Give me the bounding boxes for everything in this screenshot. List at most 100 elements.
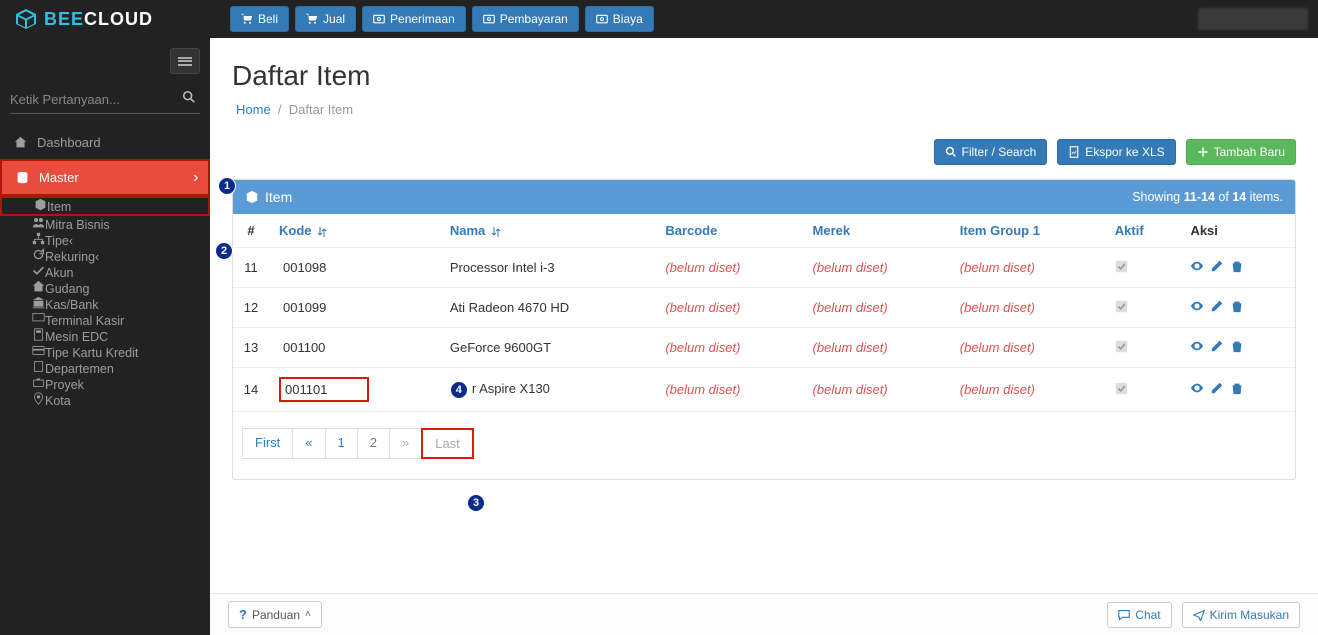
master-submenu: Item Mitra Bisnis Tipe‹ Rekuring‹ Akun G…: [0, 196, 210, 408]
filter-button[interactable]: Filter / Search: [934, 139, 1048, 165]
penerimaan-label: Penerimaan: [390, 12, 455, 26]
delete-icon[interactable]: [1230, 381, 1244, 398]
sidebar-item-kota[interactable]: Kota: [0, 392, 210, 408]
col-aktif[interactable]: Aktif: [1105, 214, 1181, 248]
add-label: Tambah Baru: [1214, 145, 1285, 159]
beli-label: Beli: [258, 12, 278, 26]
edit-icon[interactable]: [1210, 299, 1224, 316]
sidebar-item-tipe[interactable]: Tipe‹: [0, 232, 210, 248]
file-icon: [1068, 146, 1080, 158]
logo-text-2: CLOUD: [84, 9, 153, 30]
kota-label: Kota: [45, 394, 71, 408]
home-icon: [14, 136, 27, 149]
panel-summary: Showing 11-14 of 14 items.: [1132, 190, 1283, 204]
top-right-area: [1198, 8, 1308, 30]
proyek-label: Proyek: [45, 378, 84, 392]
sidebar-search: [0, 80, 210, 126]
database-icon: [16, 171, 29, 184]
sidebar-item-master[interactable]: Master: [0, 159, 210, 196]
sidebar-item-cc[interactable]: Tipe Kartu Kredit: [0, 344, 210, 360]
page-2[interactable]: 2: [357, 428, 390, 459]
panduan-button[interactable]: ?Panduan ˄: [228, 601, 322, 628]
sidebar-item-edc[interactable]: Mesin EDC: [0, 328, 210, 344]
row-barcode: (belum diset): [655, 328, 802, 368]
view-icon[interactable]: [1190, 259, 1204, 276]
rekuring-label: Rekuring: [45, 250, 95, 264]
sidebar-item-item[interactable]: Item: [0, 196, 210, 216]
table-row: 12 001099 Ati Radeon 4670 HD (belum dise…: [233, 288, 1295, 328]
delete-icon[interactable]: [1230, 299, 1244, 316]
sidebar-toggle-row: [0, 38, 210, 80]
sidebar-item-kasbank[interactable]: Kas/Bank: [0, 296, 210, 312]
search-icon[interactable]: [182, 90, 196, 107]
logo-icon: [14, 7, 38, 31]
row-aksi: [1180, 368, 1295, 412]
page-prev[interactable]: «: [292, 428, 325, 459]
page-1[interactable]: 1: [325, 428, 358, 459]
view-icon[interactable]: [1190, 299, 1204, 316]
view-icon[interactable]: [1190, 339, 1204, 356]
edit-icon[interactable]: [1210, 339, 1224, 356]
add-button[interactable]: Tambah Baru: [1186, 139, 1296, 165]
row-aktif: [1105, 248, 1181, 288]
pembayaran-button[interactable]: Pembayaran: [472, 6, 579, 32]
beli-button[interactable]: Beli: [230, 6, 289, 32]
chat-button[interactable]: Chat: [1107, 602, 1171, 628]
sidebar-item-proyek[interactable]: Proyek: [0, 376, 210, 392]
sidebar-toggle-button[interactable]: [170, 48, 200, 74]
col-nama[interactable]: Nama: [440, 214, 655, 248]
export-button[interactable]: Ekspor ke XLS: [1057, 139, 1175, 165]
breadcrumb-home[interactable]: Home: [236, 102, 271, 117]
question-icon: ?: [239, 607, 247, 622]
pagination: First « 1 2 » Last: [243, 428, 474, 459]
dashboard-label: Dashboard: [37, 135, 101, 150]
sidebar-item-departemen[interactable]: Departemen: [0, 360, 210, 376]
row-aksi: [1180, 288, 1295, 328]
biaya-button[interactable]: Biaya: [585, 6, 654, 32]
edit-icon[interactable]: [1210, 381, 1224, 398]
col-merek[interactable]: Merek: [803, 214, 950, 248]
send-icon: [1193, 609, 1205, 621]
sidebar-item-gudang[interactable]: Gudang: [0, 280, 210, 296]
cube-icon: [34, 198, 47, 211]
page-next[interactable]: »: [389, 428, 422, 459]
pagination-row: First « 1 2 » Last: [233, 412, 1295, 479]
page-last[interactable]: Last: [421, 428, 474, 459]
money-icon: [373, 13, 385, 25]
row-kode: 001101: [269, 368, 440, 412]
tipe-label: Tipe: [45, 234, 69, 248]
view-icon[interactable]: [1190, 381, 1204, 398]
sidebar-item-mitra[interactable]: Mitra Bisnis: [0, 216, 210, 232]
col-group[interactable]: Item Group 1: [950, 214, 1105, 248]
chevron-icon: ‹: [69, 234, 73, 248]
col-kode[interactable]: Kode: [269, 214, 440, 248]
row-aktif: [1105, 368, 1181, 412]
sidebar: Dashboard Master Item Mitra Bisnis Tipe‹…: [0, 38, 210, 635]
feedback-button[interactable]: Kirim Masukan: [1182, 602, 1300, 628]
mitra-label: Mitra Bisnis: [45, 218, 110, 232]
bank-icon: [32, 296, 45, 309]
search-icon: [945, 146, 957, 158]
delete-icon[interactable]: [1230, 339, 1244, 356]
penerimaan-button[interactable]: Penerimaan: [362, 6, 466, 32]
sidebar-item-akun[interactable]: Akun: [0, 264, 210, 280]
pin-icon: [32, 392, 45, 405]
money-icon: [596, 13, 608, 25]
calculator-icon: [32, 328, 45, 341]
row-kode: 001098: [269, 248, 440, 288]
col-barcode[interactable]: Barcode: [655, 214, 802, 248]
chevron-up-icon: ˄: [305, 609, 311, 620]
jual-button[interactable]: Jual: [295, 6, 356, 32]
edc-label: Mesin EDC: [45, 330, 108, 344]
search-input[interactable]: [10, 88, 200, 114]
delete-icon[interactable]: [1230, 259, 1244, 276]
sidebar-item-dashboard[interactable]: Dashboard: [0, 126, 210, 159]
row-barcode: (belum diset): [655, 288, 802, 328]
page-first[interactable]: First: [242, 428, 293, 459]
breadcrumb-current: Daftar Item: [289, 102, 353, 117]
sidebar-item-rekuring[interactable]: Rekuring‹: [0, 248, 210, 264]
cc-label: Tipe Kartu Kredit: [45, 346, 138, 360]
sidebar-item-terminal[interactable]: Terminal Kasir: [0, 312, 210, 328]
card-icon: [32, 344, 45, 357]
edit-icon[interactable]: [1210, 259, 1224, 276]
